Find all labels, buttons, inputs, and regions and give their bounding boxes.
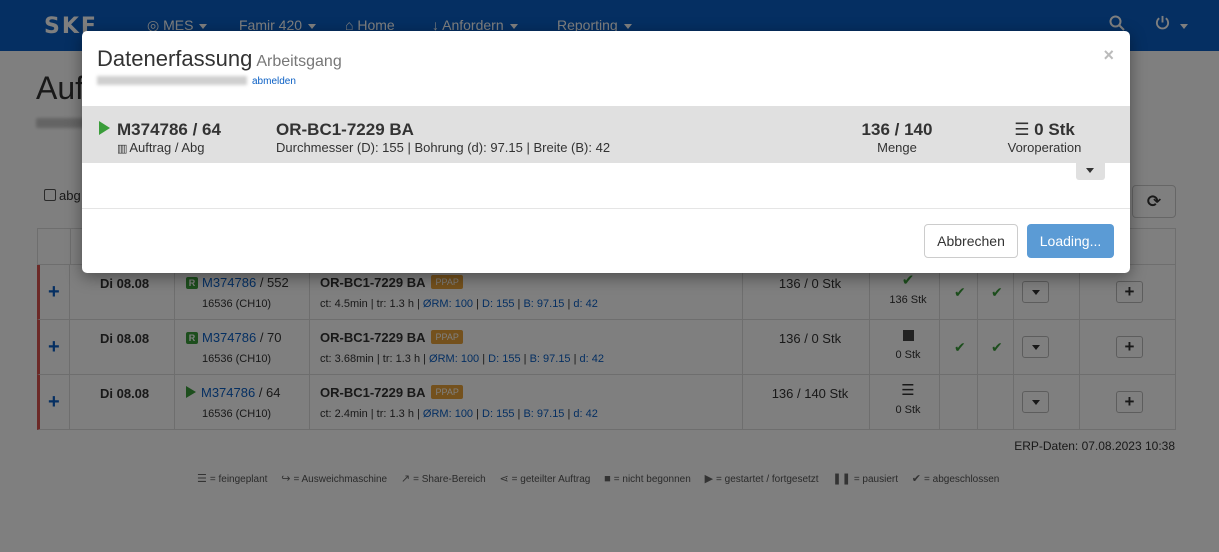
list-icon: ☰ <box>1014 120 1030 139</box>
summary-qty: 136 / 140 <box>861 120 933 139</box>
summary-qty-sub: Menge <box>877 140 917 155</box>
summary-order-sub: ▥ Auftrag / Abg <box>117 140 204 155</box>
summary-vorop-sub: Voroperation <box>1007 140 1082 155</box>
data-entry-modal: Datenerfassung Arbeitsgang × abmelden M37… <box>82 31 1130 273</box>
expand-dropdown-button[interactable] <box>1076 163 1105 180</box>
summary-vorop: ☰ 0 Stk <box>992 120 1097 140</box>
logout-link[interactable]: abmelden <box>252 76 296 87</box>
summary-order: M374786 / 64 <box>99 120 221 140</box>
operation-summary: M374786 / 64 ▥ Auftrag / Abg OR-BC1-7229… <box>82 106 1130 163</box>
play-icon <box>99 121 110 135</box>
close-icon[interactable]: × <box>1103 45 1114 66</box>
redacted-username <box>97 76 247 85</box>
barcode-icon: ▥ <box>117 143 127 155</box>
modal-user: abmelden <box>97 76 296 87</box>
summary-article: OR-BC1-7229 BA <box>276 120 414 139</box>
summary-order-text: M374786 / 64 <box>117 120 221 139</box>
modal-subtitle: Arbeitsgang <box>256 53 342 70</box>
loading-button[interactable]: Loading... <box>1027 224 1114 258</box>
modal-title-text: Datenerfassung <box>97 46 253 71</box>
modal-title: Datenerfassung Arbeitsgang <box>97 46 342 72</box>
summary-order-sub-text: Auftrag / Abg <box>129 140 205 155</box>
modal-footer: Abbrechen Loading... <box>82 208 1130 273</box>
cancel-button[interactable]: Abbrechen <box>924 224 1018 258</box>
summary-article-sub: Durchmesser (D): 155 | Bohrung (d): 97.1… <box>276 140 611 155</box>
summary-vorop-text: 0 Stk <box>1034 120 1075 139</box>
